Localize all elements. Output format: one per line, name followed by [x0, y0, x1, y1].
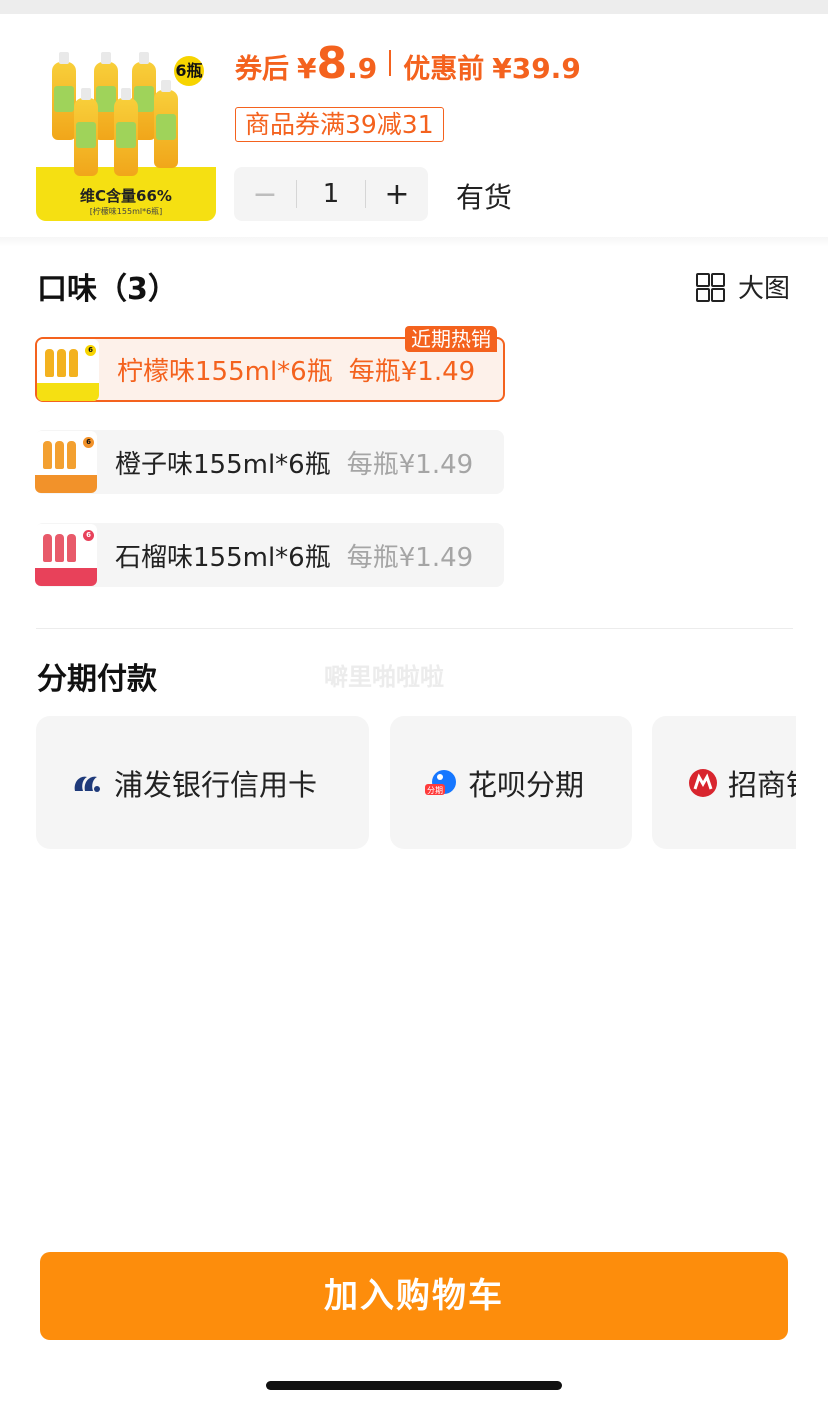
flavor-thumbnail: 6 [37, 338, 99, 401]
installment-options: 浦发银行信用卡 分期 花呗分期 招商银行信用卡 [36, 716, 796, 849]
stock-status: 有货 [456, 181, 513, 214]
original-price: ¥39.9 [492, 52, 581, 85]
section-separator [0, 237, 828, 247]
top-bar [0, 0, 828, 14]
flavor-name: 石榴味155ml*6瓶 [115, 542, 331, 573]
installment-title: 分期付款 [37, 662, 157, 697]
cmb-logo-icon [688, 768, 718, 798]
pay-option-label: 花呗分期 [468, 767, 585, 802]
huabei-logo-icon: 分期 [424, 768, 458, 798]
increase-button[interactable]: + [366, 177, 428, 212]
home-indicator [266, 1381, 562, 1390]
coupon-tag[interactable]: 商品券满39减31 [235, 107, 444, 142]
bottle-icon [114, 88, 138, 176]
pay-option-label: 招商银行信用卡 [728, 767, 796, 802]
original-price-label: 优惠前 [403, 54, 485, 85]
quantity-value[interactable]: 1 [297, 179, 365, 209]
flavor-unit-price: 每瓶¥1.49 [346, 542, 474, 573]
image-badge: 6瓶 [174, 56, 204, 86]
price-decimal: .9 [347, 52, 378, 85]
section-divider [36, 628, 793, 629]
flavor-unit-price: 每瓶¥1.49 [346, 449, 474, 480]
flavor-thumbnail: 6 [35, 431, 97, 493]
price-integer: 8 [316, 38, 348, 89]
bottle-icon [52, 52, 76, 140]
flavor-option-orange[interactable]: 6 橙子味155ml*6瓶 每瓶¥1.49 [35, 430, 504, 494]
flavor-name: 柠檬味155ml*6瓶 [117, 357, 333, 387]
pay-option-spdb[interactable]: 浦发银行信用卡 [36, 716, 369, 849]
image-caption: 维C含量66% [80, 187, 172, 205]
currency-symbol: ¥ [297, 52, 317, 85]
big-view-toggle[interactable]: 大图 [696, 268, 790, 305]
big-view-label: 大图 [738, 274, 791, 304]
quantity-stepper: − 1 + [234, 167, 428, 221]
spdb-logo-icon [70, 768, 104, 798]
bottle-icon [74, 88, 98, 176]
huabei-badge: 分期 [427, 786, 443, 795]
flavor-unit-price: 每瓶¥1.49 [348, 357, 476, 387]
price-line: 券后 ¥ 8 .9 优惠前 ¥39.9 [235, 38, 581, 89]
decrease-button[interactable]: − [234, 177, 296, 212]
flavor-name: 橙子味155ml*6瓶 [115, 449, 331, 480]
price-separator [389, 50, 392, 76]
add-to-cart-button[interactable]: 加入购物车 [40, 1252, 788, 1340]
pay-option-label: 浦发银行信用卡 [114, 767, 318, 802]
product-image: 6瓶 维C含量66% [柠檬味155ml*6瓶] [36, 40, 216, 221]
flavor-thumbnail: 6 [35, 524, 97, 586]
image-subcaption: [柠檬味155ml*6瓶] [89, 207, 163, 216]
pay-option-huabei[interactable]: 分期 花呗分期 [390, 716, 632, 849]
hot-sale-badge: 近期热销 [405, 326, 497, 352]
pay-option-cmb[interactable]: 招商银行信用卡 [652, 716, 796, 849]
price-label: 券后 [235, 54, 289, 85]
flavor-title: 口味（3） [37, 272, 178, 307]
grid-icon [696, 272, 725, 302]
bottle-icon [154, 80, 178, 168]
flavor-option-pomegranate[interactable]: 6 石榴味155ml*6瓶 每瓶¥1.49 [35, 523, 504, 587]
watermark: 噼里啪啦啦 [324, 663, 444, 691]
